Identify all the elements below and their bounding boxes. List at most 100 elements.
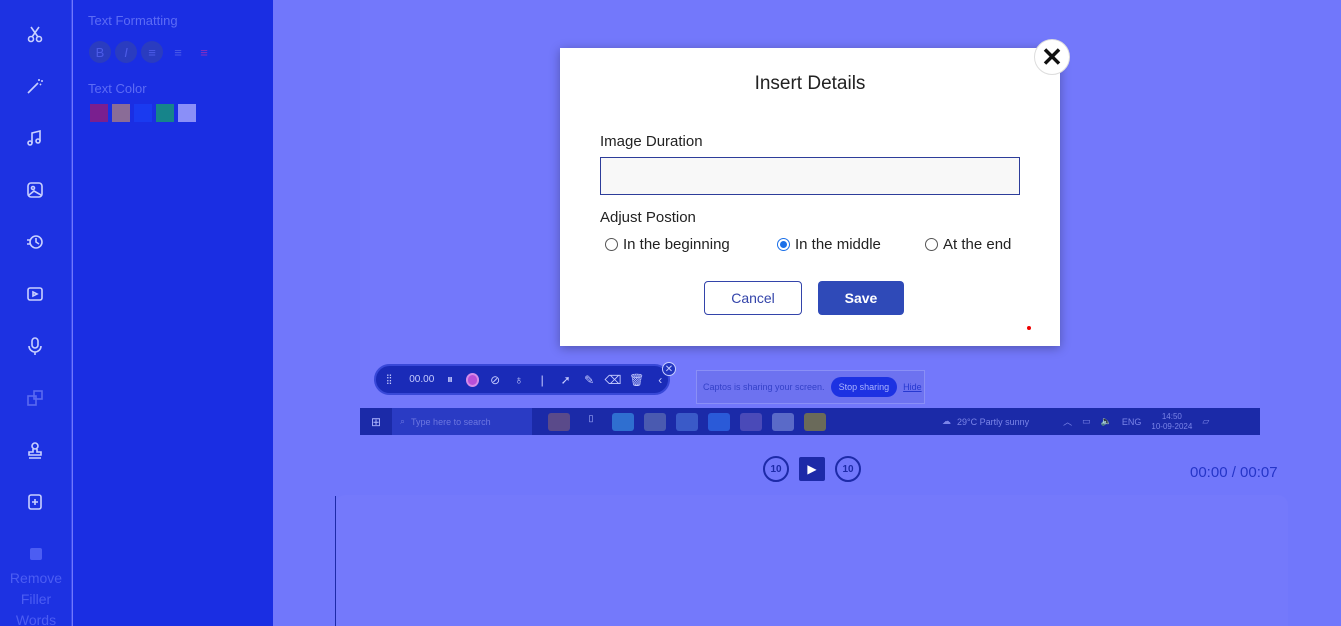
timeline-track[interactable] bbox=[335, 495, 1288, 626]
swatch-mauve[interactable] bbox=[112, 104, 130, 122]
taskbar-search-placeholder: Type here to search bbox=[411, 416, 491, 427]
option-end-label: At the end bbox=[943, 236, 1012, 253]
align-left-button[interactable]: ≡ bbox=[141, 41, 163, 63]
radio-middle[interactable] bbox=[777, 238, 790, 251]
stop-sharing-button[interactable]: Stop sharing bbox=[830, 377, 898, 397]
cancel-button[interactable]: Cancel bbox=[704, 281, 802, 315]
tool-rail: Remove Filler Words bbox=[0, 0, 72, 626]
eraser-icon[interactable]: ⌫ bbox=[604, 372, 621, 388]
file-explorer-icon[interactable] bbox=[644, 412, 666, 431]
swatch-purple[interactable] bbox=[90, 104, 108, 122]
translate-icon[interactable] bbox=[22, 385, 48, 411]
stamp-icon[interactable] bbox=[22, 437, 48, 463]
modal-title: Insert Details bbox=[754, 73, 866, 94]
radio-end[interactable] bbox=[925, 238, 938, 251]
speed-icon[interactable] bbox=[22, 229, 48, 255]
taskbar-search[interactable]: ⌕ Type here to search bbox=[392, 408, 532, 435]
image-duration-input[interactable] bbox=[600, 157, 1020, 195]
italic-button[interactable]: I bbox=[115, 41, 137, 63]
hide-link[interactable]: Hide bbox=[903, 382, 922, 392]
filler-line-1: Remove bbox=[9, 570, 63, 586]
divider: | bbox=[540, 372, 544, 387]
close-icon[interactable]: ✕ bbox=[1034, 39, 1070, 75]
taskbar-weather[interactable]: ☁ 29°C Partly sunny bbox=[942, 416, 1029, 427]
option-beginning-label: In the beginning bbox=[623, 236, 730, 253]
player-controls: 10 ▶ 10 bbox=[763, 456, 861, 482]
search-icon: ⌕ bbox=[400, 416, 406, 426]
pen-icon[interactable]: ✎ bbox=[581, 372, 597, 388]
adjust-position-label: Adjust Postion bbox=[600, 209, 696, 226]
recorder-timer: 00.00 bbox=[409, 374, 435, 385]
store-icon[interactable] bbox=[676, 412, 698, 431]
filler-line-2: Filler bbox=[20, 591, 52, 607]
taskbar-apps: ▯ bbox=[548, 412, 826, 431]
pause-icon[interactable]: ⏸ bbox=[442, 372, 458, 388]
screen-share-banner: Captos is sharing your screen. Stop shar… bbox=[696, 370, 925, 404]
pointer-icon[interactable]: ➚ bbox=[558, 372, 574, 388]
clock-time: 14:50 bbox=[1161, 411, 1182, 421]
save-button[interactable]: Save bbox=[818, 281, 904, 315]
windows-start-icon[interactable]: ⊞ bbox=[360, 415, 392, 429]
play-button[interactable]: ▶ bbox=[799, 457, 825, 481]
export-icon[interactable] bbox=[22, 489, 48, 515]
filler-icon bbox=[30, 548, 42, 560]
volume-icon[interactable]: 🔈 bbox=[1101, 416, 1112, 427]
position-option-beginning[interactable]: In the beginning bbox=[605, 236, 730, 253]
tray-chevron-icon[interactable]: ︿ bbox=[1063, 415, 1072, 428]
briefcase-icon[interactable] bbox=[548, 412, 570, 431]
windows-taskbar: ⊞ ⌕ Type here to search ▯ ☁ 29°C Partly … bbox=[360, 408, 1260, 435]
indicator-dot bbox=[1027, 326, 1031, 330]
magic-wand-icon[interactable] bbox=[22, 73, 48, 99]
remove-filler-words-button[interactable]: Remove Filler Words bbox=[0, 548, 72, 626]
swatch-teal[interactable] bbox=[156, 104, 174, 122]
camera-off-icon[interactable]: ⊘ bbox=[487, 372, 503, 388]
language-indicator[interactable]: ENG bbox=[1122, 417, 1142, 427]
clock-date: 10-09-2024 bbox=[1151, 421, 1193, 431]
align-center-button[interactable]: ≡ bbox=[167, 41, 189, 63]
microphone-icon[interactable] bbox=[22, 333, 48, 359]
text-settings-panel: Text Formatting B I ≡ ≡ ≡ Text Color bbox=[73, 0, 273, 626]
task-view-icon[interactable]: ▯ bbox=[580, 413, 602, 431]
drag-handle-icon[interactable]: ⁞⁞ bbox=[386, 372, 392, 387]
image-icon[interactable] bbox=[22, 177, 48, 203]
chrome-icon[interactable] bbox=[772, 412, 794, 431]
rewind-10-button[interactable]: 10 bbox=[763, 456, 789, 482]
recorder-toolbar: ⁞⁞ 00.00 ⏸ ⊘ ♁ | ➚ ✎ ⌫ 🗑 ‹ bbox=[374, 364, 670, 395]
taskbar-clock[interactable]: 14:50 10-09-2024 bbox=[1151, 412, 1192, 432]
swatch-lavender[interactable] bbox=[178, 104, 196, 122]
swatch-blue[interactable] bbox=[134, 104, 152, 122]
scissors-icon[interactable] bbox=[22, 21, 48, 47]
toolbar-close-icon[interactable]: ✕ bbox=[662, 362, 676, 376]
battery-icon[interactable]: ▭ bbox=[1082, 416, 1091, 427]
mic-icon[interactable]: ♁ bbox=[511, 372, 527, 388]
filler-line-3: Words bbox=[15, 612, 57, 626]
text-formatting-title: Text Formatting bbox=[88, 13, 178, 28]
trash-icon[interactable]: 🗑 bbox=[629, 372, 645, 388]
mail-icon[interactable] bbox=[708, 412, 730, 431]
radio-beginning[interactable] bbox=[605, 238, 618, 251]
system-tray: ︿ ▭ 🔈 ENG 14:50 10-09-2024 ▱ bbox=[1063, 412, 1209, 432]
color-swatches bbox=[90, 104, 196, 122]
forward-10-button[interactable]: 10 bbox=[835, 456, 861, 482]
position-option-middle[interactable]: In the middle bbox=[777, 236, 881, 253]
text-color-title: Text Color bbox=[88, 81, 147, 96]
notification-icon[interactable]: ▱ bbox=[1202, 416, 1209, 427]
format-buttons: B I ≡ ≡ ≡ bbox=[89, 41, 215, 63]
weather-text: 29°C Partly sunny bbox=[957, 416, 1030, 427]
playhead[interactable] bbox=[335, 496, 336, 626]
share-message: Captos is sharing your screen. bbox=[703, 382, 825, 392]
sticky-notes-icon[interactable] bbox=[804, 412, 826, 431]
image-duration-label: Image Duration bbox=[600, 133, 703, 150]
music-icon[interactable] bbox=[22, 125, 48, 151]
weather-icon: ☁ bbox=[942, 416, 951, 426]
align-right-button[interactable]: ≡ bbox=[193, 41, 215, 63]
bold-button[interactable]: B bbox=[89, 41, 111, 63]
edge-icon[interactable] bbox=[612, 412, 634, 431]
video-icon[interactable] bbox=[22, 281, 48, 307]
teams-icon[interactable] bbox=[740, 412, 762, 431]
time-display: 00:00 / 00:07 bbox=[1190, 464, 1278, 481]
option-middle-label: In the middle bbox=[795, 236, 881, 253]
record-icon[interactable] bbox=[465, 372, 480, 387]
insert-details-modal: Insert Details Image Duration Adjust Pos… bbox=[560, 48, 1060, 346]
position-option-end[interactable]: At the end bbox=[925, 236, 1011, 253]
